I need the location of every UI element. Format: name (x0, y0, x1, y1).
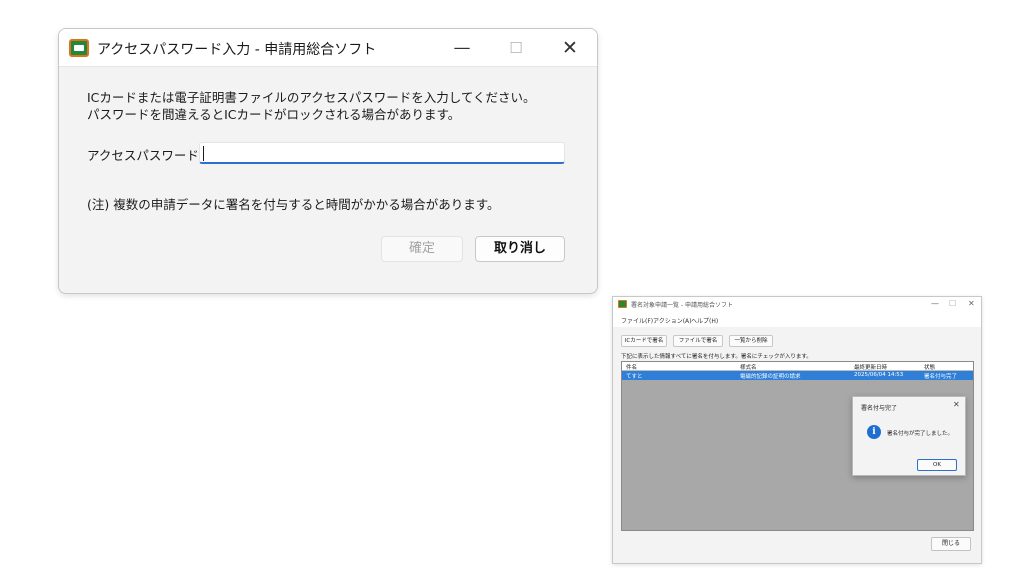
cancel-button[interactable]: 取り消し (475, 236, 565, 262)
row-form: 電磁的記録の証明の請求 (740, 374, 801, 380)
menu-bar: ファイル(F) アクション(A) ヘルプ(H) (613, 313, 981, 327)
menu-file[interactable]: ファイル(F) (621, 316, 653, 325)
instruction-line-1: ICカードまたは電子証明書ファイルのアクセスパスワードを入力してください。 (87, 90, 536, 105)
popup-ok-button[interactable]: OK (917, 459, 957, 471)
app-icon (618, 300, 627, 308)
signing-complete-popup: 署名付与完了 ✕ i 署名付与が完了しました。 OK (852, 396, 966, 476)
app-icon (69, 39, 89, 57)
table-header: 件名 様式名 最終更新日時 状態 (622, 362, 973, 371)
column-header-form[interactable]: 様式名 (740, 363, 757, 371)
maximize-icon[interactable]: ☐ (949, 299, 956, 308)
text-caret (203, 146, 204, 161)
popup-message: 署名付与が完了しました。 (887, 431, 954, 437)
menu-help[interactable]: ヘルプ(H) (691, 316, 718, 325)
password-dialog: アクセスパスワード入力 - 申請用総合ソフト — ☐ ✕ ICカードまたは電子証… (58, 28, 598, 294)
close-window-button[interactable]: 閉じる (931, 537, 971, 551)
column-header-subject[interactable]: 件名 (626, 363, 637, 371)
signature-window-titlebar[interactable]: 署名対象申請一覧 - 申請用総合ソフト — ☐ ✕ (613, 297, 981, 313)
row-subject: てすと (626, 374, 643, 380)
menu-action[interactable]: アクション(A) (653, 316, 692, 325)
row-updated: 2025/06/04 14:53 (854, 372, 904, 378)
password-label: アクセスパスワード (87, 148, 199, 163)
minimize-icon[interactable]: — (445, 35, 479, 61)
table-row[interactable]: てすと 電磁的記録の証明の請求 2025/06/04 14:53 署名付与完了 (622, 371, 973, 380)
note-text: (注) 複数の申請データに署名を付与すると時間がかかる場合があります。 (87, 197, 500, 212)
maximize-icon: ☐ (509, 39, 523, 57)
column-header-updated[interactable]: 最終更新日時 (854, 363, 887, 371)
sign-with-ic-card-button[interactable]: ICカードで署名 (621, 335, 667, 347)
column-header-status[interactable]: 状態 (924, 363, 935, 371)
info-icon: i (867, 425, 881, 439)
close-icon[interactable]: ✕ (553, 35, 587, 61)
confirm-button[interactable]: 確定 (381, 236, 463, 262)
minimize-icon[interactable]: — (931, 299, 939, 308)
instruction-line-2: パスワードを間違えるとICカードがロックされる場合があります。 (87, 107, 461, 122)
signature-window-title: 署名対象申請一覧 - 申請用総合ソフト (631, 302, 733, 309)
row-status: 署名付与完了 (924, 374, 958, 380)
popup-title: 署名付与完了 (861, 405, 898, 412)
password-dialog-titlebar[interactable]: アクセスパスワード入力 - 申請用総合ソフト — ☐ ✕ (59, 29, 597, 67)
close-icon[interactable]: ✕ (953, 400, 960, 409)
sign-with-file-button[interactable]: ファイルで署名 (673, 335, 723, 347)
close-icon[interactable]: ✕ (968, 299, 975, 308)
instruction-message: ICカードまたは電子証明書ファイルのアクセスパスワードを入力してください。 パス… (87, 89, 536, 123)
remove-from-list-button[interactable]: 一覧から削除 (729, 335, 773, 347)
password-dialog-title: アクセスパスワード入力 - 申請用総合ソフト (97, 42, 377, 58)
password-input[interactable] (199, 142, 565, 164)
instruction-text: 下記に表示した情報すべてに署名を付与します。署名にチェックが入ります。 (621, 354, 812, 360)
